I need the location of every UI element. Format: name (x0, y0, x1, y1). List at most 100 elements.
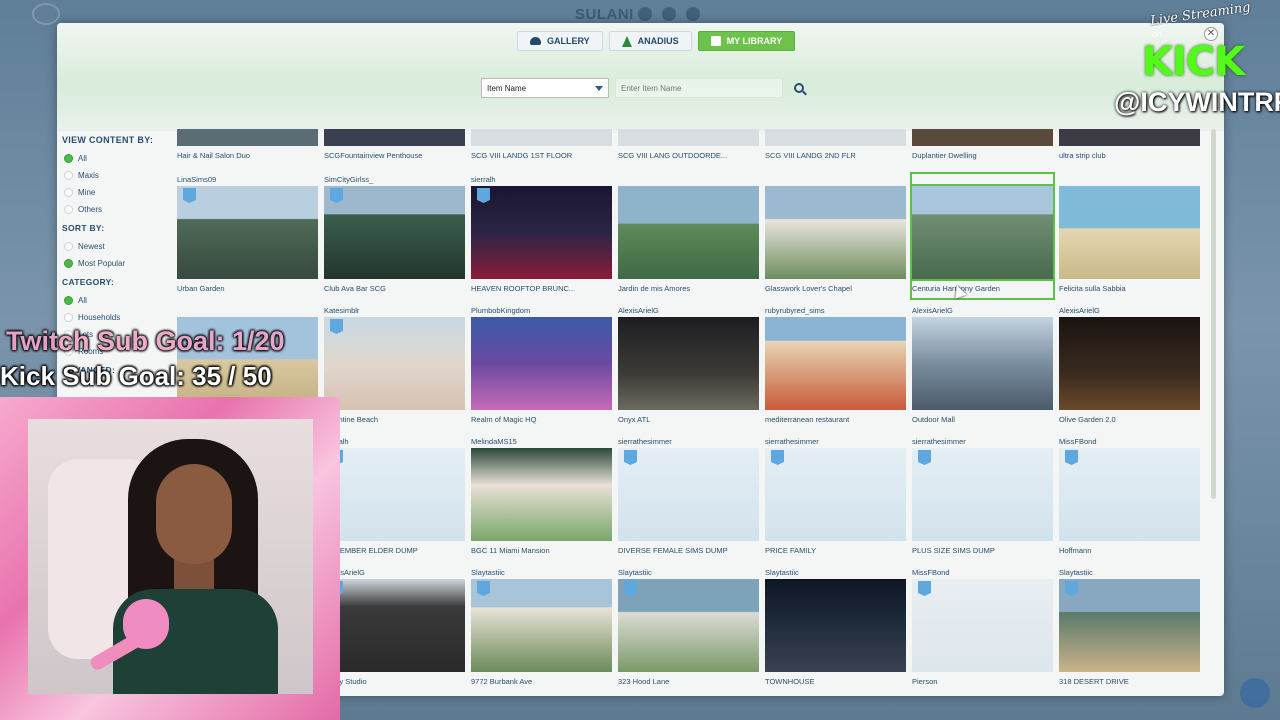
item-creator[interactable]: sierralh (471, 175, 612, 186)
library-item[interactable]: SCG VIII LANDG 1ST FLOOR (471, 129, 612, 162)
library-item[interactable]: Jardin de mis Amores (618, 175, 759, 295)
item-thumbnail[interactable] (912, 129, 1053, 146)
library-item[interactable]: PlumbobKingdom Realm of Magic HQ (471, 306, 612, 426)
item-creator[interactable]: rubyrubyred_sims (765, 306, 906, 317)
item-creator[interactable] (618, 175, 759, 186)
library-item[interactable]: sierrathesimmer PLUS SIZE SIMS DUMP (912, 437, 1053, 557)
item-thumbnail[interactable] (618, 448, 759, 541)
item-creator[interactable]: sierrathesimmer (912, 437, 1053, 448)
item-thumbnail[interactable] (1059, 129, 1200, 146)
library-item[interactable]: Hair & Nail Salon Duo (177, 129, 318, 162)
household-icon[interactable] (686, 7, 700, 21)
tab-gallery[interactable]: GALLERY (517, 31, 603, 51)
tab-profile[interactable]: ANADIUS (608, 31, 692, 51)
item-thumbnail[interactable] (324, 186, 465, 279)
item-thumbnail[interactable] (618, 129, 759, 146)
item-thumbnail[interactable] (471, 317, 612, 410)
item-thumbnail[interactable] (618, 186, 759, 279)
item-creator[interactable] (912, 175, 1053, 186)
item-thumbnail[interactable] (765, 129, 906, 146)
item-creator[interactable] (177, 306, 318, 317)
view-option-mine[interactable]: Mine (62, 184, 172, 201)
item-thumbnail[interactable] (912, 317, 1053, 410)
library-item[interactable]: sierralh DECEMBER ELDER DUMP (324, 437, 465, 557)
item-creator[interactable]: PlumbobKingdom (471, 306, 612, 317)
sort-option-most-popular[interactable]: Most Popular (62, 255, 172, 272)
library-item[interactable]: AlexisArielG Onyx ATL (618, 306, 759, 426)
library-item[interactable]: MelindaMS15 BGC 11 Miami Mansion (471, 437, 612, 557)
library-item[interactable]: Felicita sulla Sabbia (1059, 175, 1200, 295)
item-creator[interactable]: Slaytastiic (471, 568, 612, 579)
radio-selected-icon[interactable] (64, 259, 73, 268)
library-item[interactable]: SCG VIII LANDG 2ND FLR (765, 129, 906, 162)
walk-mode-icon[interactable] (1240, 678, 1270, 708)
library-item[interactable]: sierralh HEAVEN ROOFTOP BRUNC... (471, 175, 612, 295)
library-item[interactable]: ultra strip club (1059, 129, 1200, 162)
item-thumbnail[interactable] (765, 186, 906, 279)
view-option-others[interactable]: Others (62, 201, 172, 218)
item-thumbnail[interactable] (765, 317, 906, 410)
item-creator[interactable]: Slaytastiic (618, 568, 759, 579)
library-item[interactable]: AlexisArielG SoFly Studio (324, 568, 465, 688)
view-option-all[interactable]: All (62, 150, 172, 167)
search-filter-dropdown[interactable]: Item Name (481, 78, 609, 98)
library-item[interactable]: sierrathesimmer PRICE FAMILY (765, 437, 906, 557)
radio-icon[interactable] (64, 205, 73, 214)
item-thumbnail[interactable] (471, 579, 612, 672)
library-item[interactable]: Glasswork Lover's Chapel (765, 175, 906, 295)
library-item[interactable]: sierrathesimmer DIVERSE FEMALE SIMS DUMP (618, 437, 759, 557)
radio-icon[interactable] (64, 242, 73, 251)
item-creator[interactable]: sierralh (324, 437, 465, 448)
library-item[interactable]: Katesimblr Valentine Beach (324, 306, 465, 426)
library-item[interactable]: SimCityGirlss_ Club Ava Bar SCG (324, 175, 465, 295)
sort-option-newest[interactable]: Newest (62, 238, 172, 255)
item-thumbnail[interactable] (618, 317, 759, 410)
item-thumbnail[interactable] (177, 186, 318, 279)
library-item[interactable]: AlexisArielG Olive Garden 2.0 (1059, 306, 1200, 426)
view-option-maxis[interactable]: Maxis (62, 167, 172, 184)
item-creator[interactable]: Slaytastiic (765, 568, 906, 579)
item-thumbnail[interactable] (177, 129, 318, 146)
library-item[interactable]: Slaytastiic 9772 Burbank Ave (471, 568, 612, 688)
item-creator[interactable]: Slaytastiic (1059, 568, 1200, 579)
item-thumbnail[interactable] (1059, 579, 1200, 672)
location-icon[interactable] (638, 7, 652, 21)
item-thumbnail[interactable] (324, 579, 465, 672)
item-creator[interactable]: AlexisArielG (324, 568, 465, 579)
item-creator[interactable]: MelindaMS15 (471, 437, 612, 448)
library-item[interactable]: AlexisArielG Outdoor Mall (912, 306, 1053, 426)
item-thumbnail[interactable] (765, 579, 906, 672)
radio-selected-icon[interactable] (64, 296, 73, 305)
item-creator[interactable]: sierrathesimmer (618, 437, 759, 448)
library-item[interactable]: MissFBond Pierson (912, 568, 1053, 688)
library-item[interactable]: LinaSims09 Urban Garden (177, 175, 318, 295)
category-option-households[interactable]: Households (62, 309, 172, 326)
item-thumbnail[interactable] (1059, 186, 1200, 279)
category-option-all[interactable]: All (62, 292, 172, 309)
item-creator[interactable]: Katesimblr (324, 306, 465, 317)
item-thumbnail[interactable] (471, 448, 612, 541)
item-thumbnail[interactable] (1059, 448, 1200, 541)
item-thumbnail[interactable] (912, 448, 1053, 541)
search-input[interactable] (615, 78, 783, 98)
radio-icon[interactable] (64, 313, 73, 322)
library-item[interactable]: rubyrubyred_sims mediterranean restaurant (765, 306, 906, 426)
item-thumbnail[interactable] (910, 184, 1055, 281)
item-thumbnail[interactable] (765, 448, 906, 541)
item-creator[interactable]: sierrathesimmer (765, 437, 906, 448)
item-creator[interactable] (1059, 175, 1200, 186)
item-thumbnail[interactable] (324, 317, 465, 410)
grid-scrollbar[interactable] (1211, 129, 1216, 499)
library-item-selected[interactable]: Centuria Harmony Garden (910, 172, 1055, 300)
library-item[interactable]: Duplantier Dwelling (912, 129, 1053, 162)
item-creator[interactable]: MissFBond (912, 568, 1053, 579)
item-thumbnail[interactable] (471, 129, 612, 146)
radio-icon[interactable] (64, 171, 73, 180)
item-thumbnail[interactable] (471, 186, 612, 279)
item-creator[interactable]: LinaSims09 (177, 175, 318, 186)
item-thumbnail[interactable] (912, 579, 1053, 672)
library-item[interactable]: SCG VIII LANG OUTDOORDE... (618, 129, 759, 162)
item-creator[interactable]: SimCityGirlss_ (324, 175, 465, 186)
library-item[interactable]: Slaytastiic 323 Hood Lane (618, 568, 759, 688)
radio-selected-icon[interactable] (64, 154, 73, 163)
